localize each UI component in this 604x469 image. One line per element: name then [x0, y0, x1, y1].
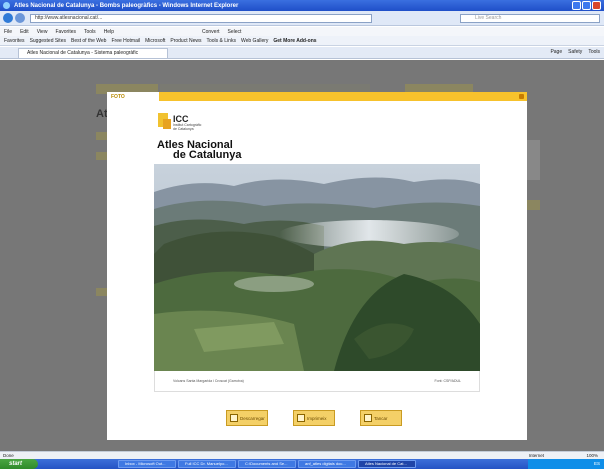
menu-bar: File Edit View Favorites Tools Help Conv… [0, 27, 604, 36]
safety-menu[interactable]: Safety [568, 49, 582, 55]
menu-view[interactable]: View [37, 29, 48, 35]
modal-close-icon[interactable] [519, 94, 524, 99]
menu-file[interactable]: File [4, 29, 12, 35]
taskbar-item[interactable]: anf_atles digitals doc... [298, 460, 356, 468]
icc-logo-subtitle: Institut Cartogràfic de Catalunya [173, 123, 201, 131]
page-menu[interactable]: Page [550, 49, 562, 55]
modal-header-stripe [159, 92, 527, 101]
nav-block [160, 84, 370, 92]
close-button[interactable] [592, 1, 601, 10]
favorites-item[interactable]: Web Gallery [241, 38, 268, 44]
photo-caption: Volcans Santa Margarida i Croscat (Garro… [154, 371, 480, 392]
favorites-item[interactable]: Free Hotmail [111, 38, 140, 44]
favorites-item[interactable]: Best of the Web [71, 38, 106, 44]
convert-button[interactable]: Convert [202, 29, 220, 35]
taskbar-item[interactable]: C:\Documents and Se... [238, 460, 296, 468]
zoom-level[interactable]: 100% [586, 452, 598, 459]
command-bar: Page Safety Tools [550, 49, 600, 55]
caption-title: Volcans Santa Margarida i Croscat (Garro… [173, 379, 244, 383]
window-titlebar: Atles Nacional de Catalunya - Bombs pale… [0, 0, 604, 11]
print-icon [297, 414, 305, 422]
download-button[interactable]: Descarregar [226, 410, 268, 426]
close-icon [364, 414, 372, 422]
taskbar-item-active[interactable]: Atles Nacional de Cat... [358, 460, 416, 468]
internet-explorer-icon [3, 2, 10, 9]
window-controls [572, 1, 601, 10]
modal-tab: FOTO [107, 92, 159, 101]
photo-modal: FOTO ICC Institut Cartogràfic de Catalun… [107, 92, 527, 440]
download-icon [230, 414, 238, 422]
security-zone: Internet [528, 453, 544, 458]
favorites-item[interactable]: Get More Add-ons [273, 38, 316, 44]
atlas-title-line2: de Catalunya [173, 149, 242, 161]
print-button[interactable]: Imprimeix [293, 410, 335, 426]
icc-logo-icon [163, 119, 171, 129]
select-button[interactable]: Select [228, 29, 242, 35]
favorites-item[interactable]: Tools & Links [207, 38, 236, 44]
favorites-button[interactable]: Favorites [4, 38, 25, 44]
page-heading: At [96, 108, 108, 120]
address-toolbar: http://www.atlesnacional.cat/... Live Se… [0, 11, 604, 26]
favorites-item[interactable]: Suggested Sites [30, 38, 66, 44]
forward-button[interactable] [15, 13, 25, 23]
favorites-item[interactable]: Microsoft [145, 38, 165, 44]
status-bar: Done Internet 100% [0, 451, 604, 459]
system-tray: ES [528, 459, 604, 469]
search-input[interactable]: Live Search [460, 14, 600, 23]
status-text: Done [3, 453, 14, 458]
menu-help[interactable]: Help [104, 29, 114, 35]
menu-tools[interactable]: Tools [84, 29, 96, 35]
landscape-photo-image [154, 164, 480, 371]
window-title: Atles Nacional de Catalunya - Bombs pale… [14, 2, 239, 9]
maximize-button[interactable] [582, 1, 591, 10]
back-button[interactable] [3, 13, 13, 23]
menu-favorites[interactable]: Favorites [55, 29, 76, 35]
taskbar-item[interactable]: Full ICC Dr. Manuelpo... [178, 460, 236, 468]
minimize-button[interactable] [572, 1, 581, 10]
tools-menu[interactable]: Tools [588, 49, 600, 55]
header-block [405, 84, 473, 92]
close-modal-button[interactable]: Tancar [360, 410, 402, 426]
menu-edit[interactable]: Edit [20, 29, 29, 35]
taskbar-item[interactable]: Inbox - Microsoft Out... [118, 460, 176, 468]
landscape-photo [154, 164, 480, 371]
tab-atles[interactable]: Atles Nacional de Catalunya - Sistema pa… [18, 48, 168, 58]
start-button[interactable]: start [0, 459, 38, 469]
print-label: Imprimeix [307, 415, 327, 421]
address-input[interactable]: http://www.atlesnacional.cat/... [30, 14, 372, 23]
tab-row: Atles Nacional de Catalunya - Sistema pa… [0, 47, 604, 59]
favorites-bar: Favorites Suggested Sites Best of the We… [0, 36, 604, 46]
taskbar: start Inbox - Microsoft Out... Full ICC … [0, 459, 604, 469]
icc-subtitle-line: de Catalunya [173, 127, 194, 131]
favorites-item[interactable]: Product News [170, 38, 201, 44]
download-label: Descarregar [240, 415, 265, 421]
close-label: Tancar [374, 415, 388, 421]
caption-source: Font: CSP/ADUL [434, 379, 461, 383]
